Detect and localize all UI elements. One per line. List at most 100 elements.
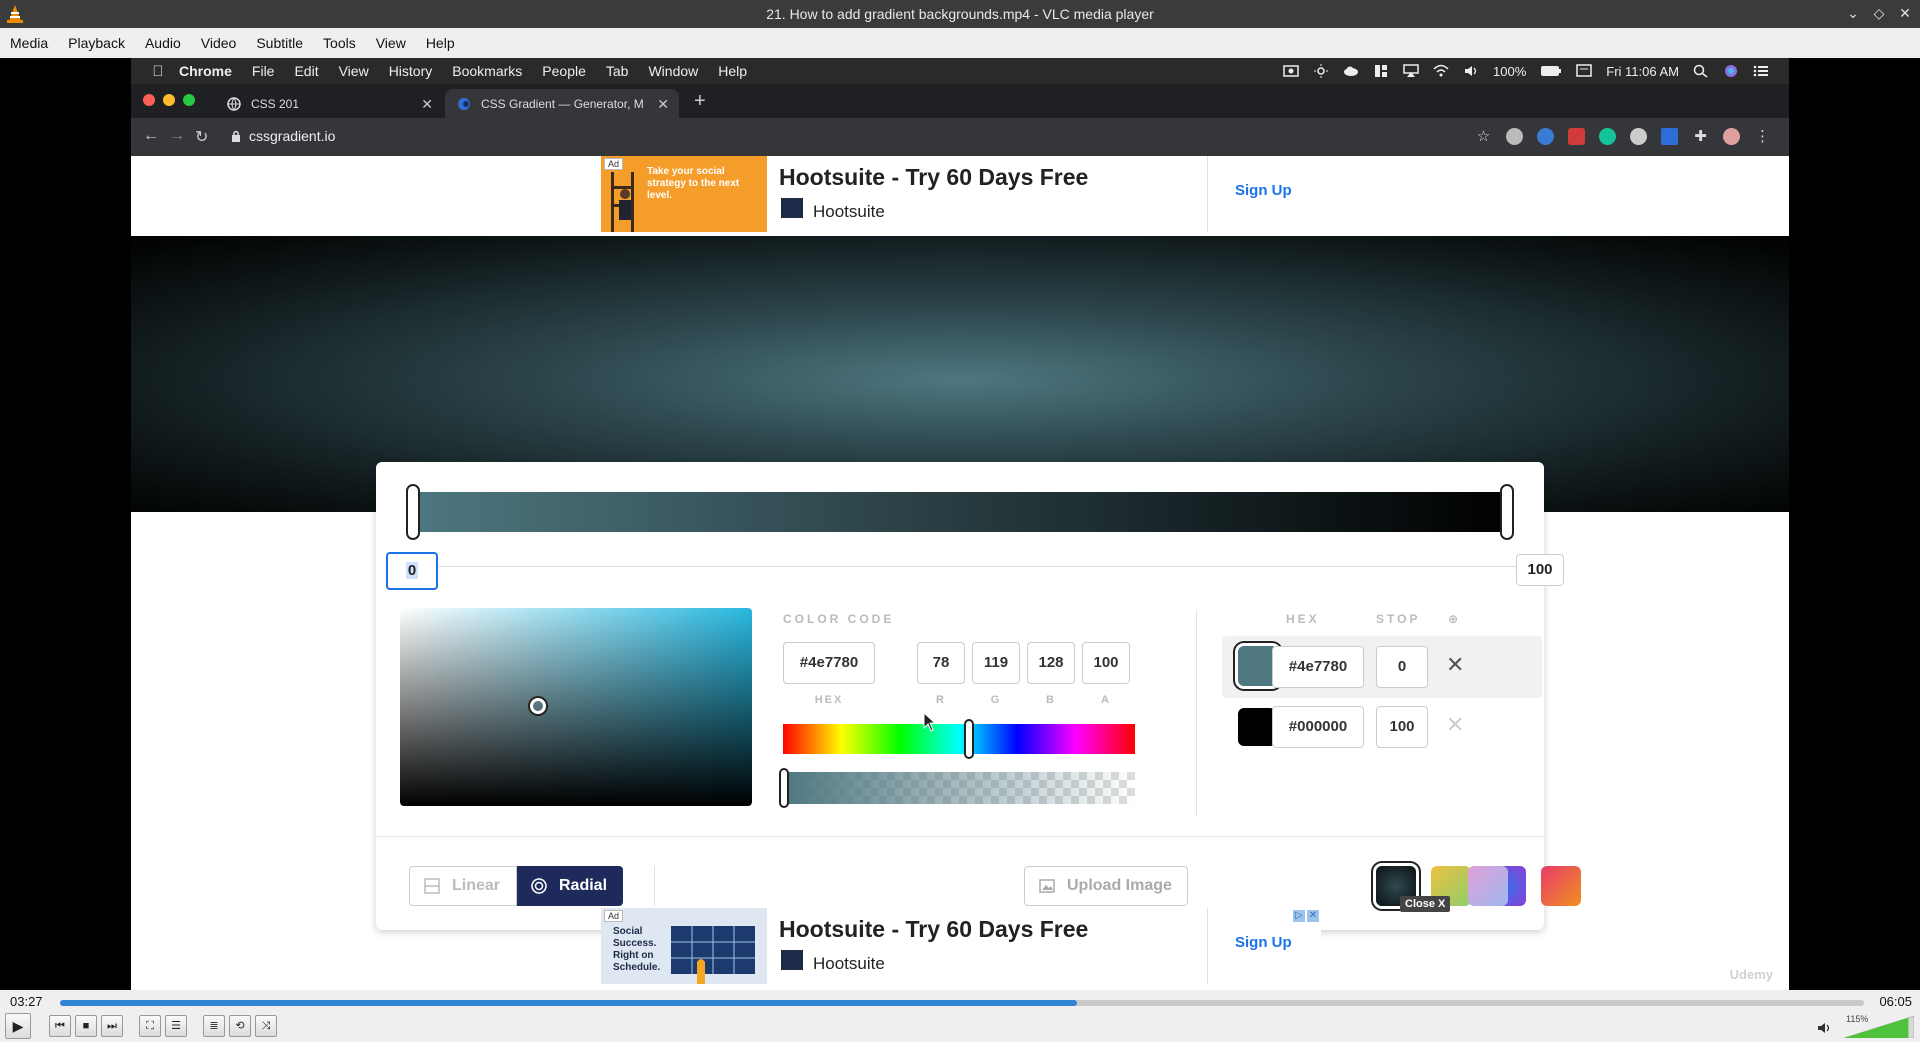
brightness-icon xyxy=(1314,64,1329,78)
radial-icon xyxy=(531,878,547,894)
ad-image: Ad Social Success. Right on Schedule. xyxy=(601,908,767,984)
delete-stop-icon: ✕ xyxy=(1446,712,1465,737)
stop-position-field: 100 xyxy=(1376,706,1428,748)
clock: Fri 11:06 AM xyxy=(1606,63,1679,79)
bottom-ad-banner: Ad Social Success. Right on Schedule. Ho… xyxy=(601,908,1321,984)
alpha-slider xyxy=(783,772,1135,804)
hex-label: HEX xyxy=(814,694,844,706)
stops-hex-header: HEX xyxy=(1286,612,1320,626)
reload-icon: ↻ xyxy=(195,129,209,146)
menu-tools[interactable]: Tools xyxy=(315,35,364,51)
minimize-icon[interactable]: ⌄ xyxy=(1844,4,1862,22)
screen-record-icon xyxy=(1283,65,1299,77)
extension-icon xyxy=(1537,128,1554,145)
cssgradient-favicon-icon xyxy=(458,97,470,110)
grammarly-icon xyxy=(1599,128,1616,145)
color-code-label: COLOR CODE xyxy=(783,612,895,626)
airplay-icon xyxy=(1403,64,1419,77)
seek-bar[interactable] xyxy=(60,1000,1864,1006)
ad-image-text: Take your social strategy to the next le… xyxy=(647,166,740,201)
ad-brand: Hootsuite xyxy=(813,202,885,221)
stop-button[interactable]: ■ xyxy=(75,1015,97,1037)
mac-menu-view: View xyxy=(338,63,369,79)
mac-menu-people: People xyxy=(542,63,586,79)
seek-progress xyxy=(60,1000,1078,1006)
ad-badge: Ad xyxy=(604,910,624,922)
adchoices-icon: ▷ xyxy=(1293,910,1305,922)
close-icon[interactable]: ✕ xyxy=(1896,4,1914,22)
volume-percent: 115% xyxy=(1846,1014,1869,1024)
previous-button[interactable]: ⏮ xyxy=(49,1015,71,1037)
menu-audio[interactable]: Audio xyxy=(137,35,189,51)
forward-icon: → xyxy=(169,127,185,144)
hue-slider-handle xyxy=(964,719,974,759)
menu-subtitle[interactable]: Subtitle xyxy=(248,35,311,51)
stop-position-end: 100 xyxy=(1516,554,1564,586)
new-tab-icon: + xyxy=(694,90,706,112)
vlc-controls: 03:27 06:05 ▶ ⏮ ■ ⏭ ⛶ ☰ ≣ ⟲ ⤨ 115% xyxy=(0,990,1920,1042)
menu-help[interactable]: Help xyxy=(418,35,463,51)
menu-media[interactable]: Media xyxy=(2,35,56,51)
puzzle-extensions-icon: ✚ xyxy=(1694,128,1707,145)
r-field: 78 xyxy=(917,642,965,684)
chrome-menu-icon: ⋮ xyxy=(1755,128,1770,145)
display-icon xyxy=(1576,64,1593,77)
globe-icon xyxy=(227,96,241,111)
hootsuite-logo-icon xyxy=(781,950,803,970)
tab-css-201: CSS 201 ✕ xyxy=(215,89,443,118)
ladder-person-icon xyxy=(611,172,634,232)
menu-video[interactable]: Video xyxy=(193,35,245,51)
tab-css-gradient: CSS Gradient — Generator, M ✕ xyxy=(445,89,679,118)
ad-signup-button: Sign Up xyxy=(1235,934,1292,951)
gradient-generator-panel: 0 100 COLOR CODE #4e7780 78 119 128 100 … xyxy=(376,462,1581,930)
minimize-window-icon xyxy=(163,94,175,106)
g-label: G xyxy=(990,694,1002,706)
fullscreen-button[interactable]: ⛶ xyxy=(139,1015,161,1037)
menu-playback[interactable]: Playback xyxy=(60,35,133,51)
speaker-icon[interactable] xyxy=(1816,1020,1832,1036)
ad-signup-button: Sign Up xyxy=(1235,182,1292,199)
hex-field: #4e7780 xyxy=(783,642,875,684)
tab-close-icon: ✕ xyxy=(657,96,669,112)
linear-icon xyxy=(424,878,440,894)
loop-button[interactable]: ⟲ xyxy=(229,1015,251,1037)
add-stop-icon: ⊕ xyxy=(1448,612,1459,626)
vlc-menubar: Media Playback Audio Video Subtitle Tool… xyxy=(0,28,1920,58)
zoom-window-icon xyxy=(183,94,195,106)
play-button[interactable]: ▶ xyxy=(5,1013,31,1039)
b-label: B xyxy=(1046,694,1056,706)
video-area[interactable]:  Chrome File Edit View History Bookmark… xyxy=(0,58,1920,990)
menu-view[interactable]: View xyxy=(368,35,414,51)
spotlight-search-icon xyxy=(1693,64,1708,78)
maximize-icon[interactable]: ◇ xyxy=(1870,4,1888,22)
extended-settings-button[interactable]: ☰ xyxy=(165,1015,187,1037)
mac-menu-edit: Edit xyxy=(294,63,319,79)
playlist-button[interactable]: ≣ xyxy=(203,1015,225,1037)
next-button[interactable]: ⏭ xyxy=(101,1015,123,1037)
color-stop-handle-start xyxy=(406,484,420,540)
shuffle-button[interactable]: ⤨ xyxy=(255,1015,277,1037)
hue-slider xyxy=(783,724,1135,754)
layout-icon xyxy=(1375,65,1388,77)
cloud-icon xyxy=(1344,66,1359,76)
stop-hex-field: #000000 xyxy=(1272,706,1364,748)
extension-icon xyxy=(1630,128,1647,145)
chrome-toolbar: ← → ↻ cssgradient.io ☆ ✚ ⋮ xyxy=(131,118,1789,156)
mac-menu-bookmarks: Bookmarks xyxy=(452,63,523,79)
image-icon xyxy=(1039,879,1055,893)
color-stop-handle-end xyxy=(1500,484,1514,540)
mouse-pointer-icon xyxy=(923,712,937,732)
tab-label: CSS Gradient — Generator, M xyxy=(481,96,644,111)
top-ad-banner: Ad Take your social strategy to the next… xyxy=(601,156,1321,232)
battery-percent: 100% xyxy=(1493,63,1527,79)
g-field: 119 xyxy=(972,642,1020,684)
vlc-titlebar: 21. How to add gradient backgrounds.mp4 … xyxy=(0,0,1920,28)
preset-swatch xyxy=(1468,866,1508,906)
upload-image-button: Upload Image xyxy=(1024,866,1188,906)
profile-avatar-icon xyxy=(1723,128,1740,145)
ad-badge: Ad xyxy=(604,158,624,170)
saturation-picker xyxy=(400,608,752,806)
tab-label: CSS 201 xyxy=(251,96,300,111)
wifi-icon xyxy=(1433,64,1449,77)
star-icon: ☆ xyxy=(1476,128,1491,145)
